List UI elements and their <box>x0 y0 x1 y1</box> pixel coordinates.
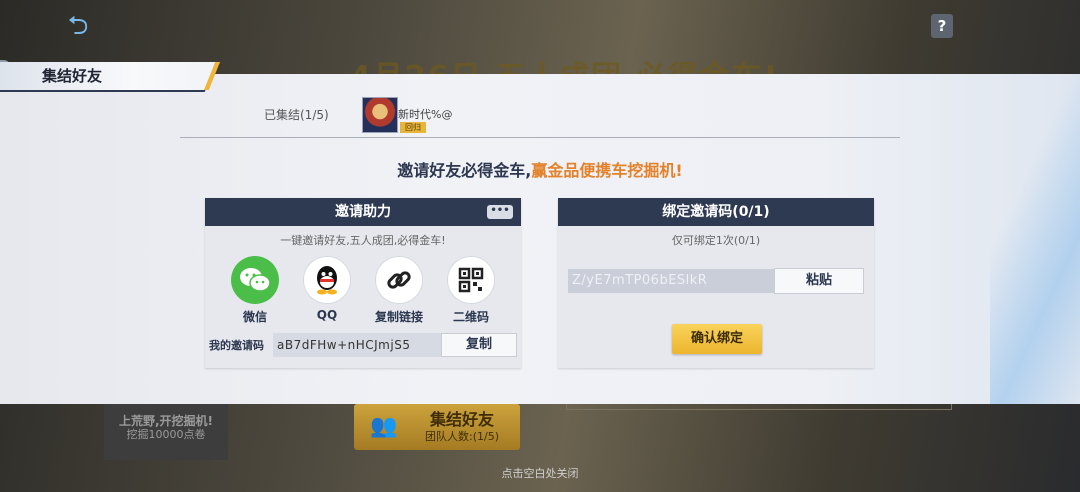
invite-card: 邀请助力 ••• 一键邀请好友,五人成团,必得金车! 微信 QQ 复制链接 二维… <box>205 198 521 368</box>
bind-code-row: Z/yE7mTP06bESlkR 粘贴 <box>568 268 864 294</box>
background-promo-card[interactable]: 上荒野,开挖掘机! 挖掘10000点卷 <box>104 404 228 460</box>
headline-main: 邀请好友必得金车, <box>397 161 532 180</box>
help-icon[interactable]: ? <box>931 14 953 38</box>
copy-link-label: 复制链接 <box>374 310 423 324</box>
share-qq-label: QQ <box>316 308 338 322</box>
qrcode-icon <box>447 256 495 304</box>
team-count: 团队人数:(1/5) <box>425 430 499 443</box>
bind-code-card: 绑定邀请码(0/1) 仅可绑定1次(0/1) Z/yE7mTP06bESlkR … <box>558 198 874 368</box>
invite-card-header: 邀请助力 ••• <box>205 198 521 226</box>
return-badge: 回归 <box>400 122 426 133</box>
invite-subtitle: 一键邀请好友,五人成团,必得金车! <box>280 234 446 247</box>
my-invite-code-row: 我的邀请码 aB7dFHw+nHCJmjS5 复制 <box>209 332 517 358</box>
modal-title: 集结好友 <box>42 67 103 85</box>
share-wechat-label: 微信 <box>242 310 267 324</box>
share-qq-button[interactable]: QQ <box>297 256 357 322</box>
qq-icon <box>303 256 351 304</box>
gathered-count: 已集结(1/5) <box>264 108 329 122</box>
invite-code-value: aB7dFHw+nHCJmjS5 <box>273 333 445 357</box>
share-options: 微信 QQ 复制链接 二维码 <box>225 256 501 324</box>
modal-title-tab <box>0 62 220 92</box>
gather-button-label: 集结好友 <box>429 410 494 429</box>
promo-subtitle: 挖掘10000点卷 <box>126 428 206 441</box>
share-wechat-button[interactable]: 微信 <box>225 256 285 324</box>
qrcode-button[interactable]: 二维码 <box>441 256 501 324</box>
invite-code-label: 我的邀请码 <box>209 339 264 352</box>
more-options-button[interactable]: ••• <box>487 205 513 219</box>
bind-code-input[interactable]: Z/yE7mTP06bESlkR <box>568 269 774 293</box>
team-icon: 👥 <box>370 414 398 439</box>
wechat-icon <box>231 256 279 304</box>
friend-name: 新时代%@ <box>398 108 453 121</box>
bind-limit-text: 仅可绑定1次(0/1) <box>671 234 761 247</box>
background-frame <box>566 404 952 410</box>
link-icon <box>375 256 423 304</box>
headline-highlight: 赢金品便携车挖掘机! <box>531 161 683 180</box>
copy-code-button[interactable]: 复制 <box>441 333 517 357</box>
confirm-bind-button[interactable]: 确认绑定 <box>672 324 762 354</box>
copy-link-button[interactable]: 复制链接 <box>369 256 429 324</box>
promo-title: 上荒野,开挖掘机! <box>118 414 214 428</box>
close-hint[interactable]: 点击空白处关闭 <box>0 465 1080 481</box>
headline: 邀请好友必得金车,赢金品便携车挖掘机! <box>0 157 1080 181</box>
invite-card-title: 邀请助力 <box>335 204 391 220</box>
gather-friends-modal <box>0 74 1080 404</box>
back-icon[interactable]: ⮌ <box>58 12 98 40</box>
bind-card-title: 绑定邀请码(0/1) <box>558 198 874 226</box>
avatar[interactable] <box>362 97 398 133</box>
qrcode-label: 二维码 <box>452 310 489 324</box>
divider <box>180 137 900 138</box>
gather-friends-button[interactable]: 👥 集结好友 团队人数:(1/5) <box>354 404 520 450</box>
paste-button[interactable]: 粘贴 <box>774 268 864 294</box>
